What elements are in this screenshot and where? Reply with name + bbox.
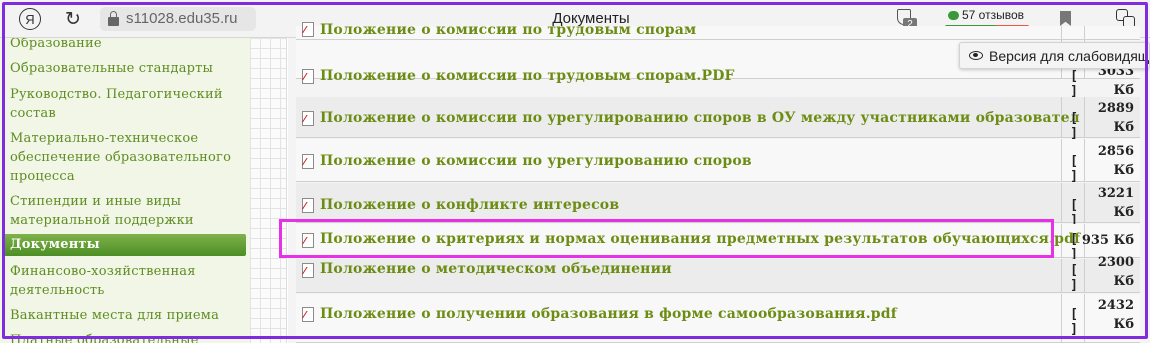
file-size: 2889 Кб — [1097, 101, 1134, 135]
pdf-icon: ⁄ — [302, 22, 314, 37]
sidebar-item-education[interactable]: Образование — [10, 38, 246, 53]
table-row: ⁄ Положение о комиссии по урегулированию… — [296, 139, 1140, 184]
pdf-icon: ⁄ — [302, 69, 314, 84]
download-link[interactable]: [ ] — [1063, 154, 1085, 184]
download-link[interactable]: [ ] — [1063, 69, 1085, 99]
document-link[interactable]: Положение о комиссии по трудовым спорам — [320, 22, 696, 38]
sidebar-item-documents[interactable]: Документы — [3, 234, 246, 256]
table-row: ⁄ Положение о конфликте интересов [ ] 32… — [296, 183, 1140, 228]
document-link[interactable]: Положение о комиссии по трудовым спорам.… — [320, 68, 735, 84]
download-link[interactable]: [ ] — [1063, 111, 1085, 141]
document-link[interactable]: Положение о комиссии по урегулированию с… — [320, 153, 752, 169]
pdf-icon: ⁄ — [302, 198, 314, 213]
highlight-box — [279, 219, 1054, 258]
reviews-count: 57 отзывов — [962, 8, 1025, 22]
sidebar-menu: Образование Образовательные стандарты Ру… — [0, 38, 250, 343]
sidebar-item-staff[interactable]: Руководство. Педагогический состав — [10, 85, 246, 123]
pdf-icon: ⁄ — [302, 307, 314, 322]
sidebar-item-paid-services[interactable]: Платные образовательные — [10, 331, 246, 343]
pdf-icon: ⁄ — [302, 263, 314, 278]
eye-icon — [969, 51, 983, 60]
tooltip-text: Версия для слабовидящ — [989, 48, 1150, 64]
download-link[interactable]: [ ] — [1063, 307, 1085, 337]
pdf-icon: ⁄ — [302, 154, 314, 169]
comment-icon — [948, 11, 959, 20]
file-size: 3221 Кб — [1097, 186, 1134, 220]
sidebar-item-scholarships[interactable]: Стипендии и иные виды материальной подде… — [10, 192, 246, 230]
documents-table: ⁄ Положение о комиссии по трудовым спора… — [288, 22, 1150, 343]
sidebar-item-facilities[interactable]: Материально-техническое обеспечение обра… — [10, 129, 246, 186]
document-link[interactable]: Положение о комиссии по урегулированию с… — [320, 110, 1080, 126]
document-link[interactable]: Положение о конфликте интересов — [320, 197, 619, 213]
pdf-icon: ⁄ — [302, 111, 314, 126]
table-row: ⁄ Положение о методическом объединении [… — [296, 255, 1140, 293]
document-link[interactable]: Положение о получении образования в форм… — [320, 306, 897, 322]
download-link[interactable]: [ ] — [1063, 263, 1085, 293]
sidebar-item-vacancies[interactable]: Вакантные места для приема — [10, 306, 246, 325]
table-row: ⁄ Положение о получении образования в фо… — [296, 294, 1140, 343]
sidebar-item-finance[interactable]: Финансово-хозяйственная деятельность — [10, 262, 246, 300]
document-link[interactable]: Положение о методическом объединении — [320, 261, 672, 277]
sidebar-item-standards[interactable]: Образовательные стандарты — [10, 59, 246, 78]
file-size: 935 Кб — [1081, 233, 1134, 248]
file-size: 2432 Кб — [1097, 298, 1134, 332]
table-row: ⁄ Положение о комиссии по трудовым спора… — [296, 22, 1140, 40]
grid-background — [250, 38, 287, 343]
accessibility-version-tooltip[interactable]: Версия для слабовидящ — [959, 42, 1150, 69]
table-row: ⁄ Положение о комиссии по урегулированию… — [296, 97, 1140, 141]
file-size: 2856 Кб — [1097, 144, 1134, 178]
file-size: 2300 Кб — [1097, 255, 1134, 289]
